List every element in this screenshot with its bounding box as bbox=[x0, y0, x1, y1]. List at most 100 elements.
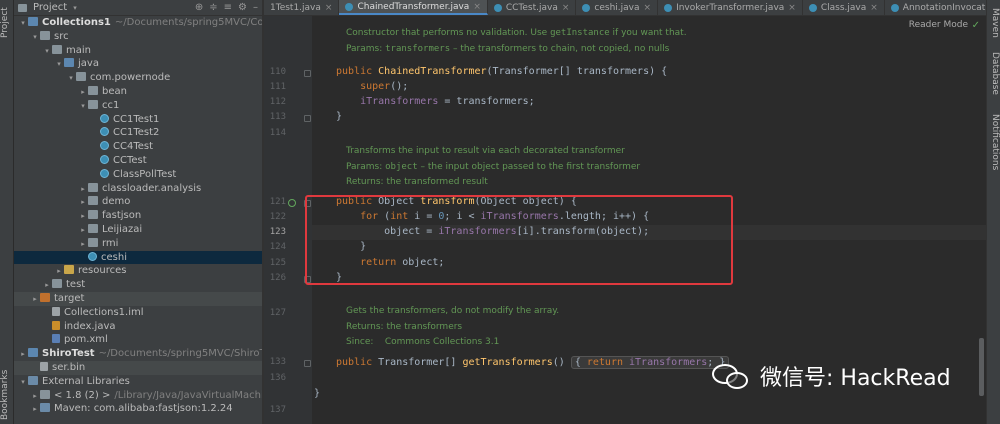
tree-item[interactable]: ▾ External Libraries bbox=[14, 375, 262, 389]
project-tool-tab[interactable]: Project bbox=[0, 6, 14, 40]
cls-icon bbox=[100, 168, 109, 178]
tree-item[interactable]: Collections1.iml bbox=[14, 306, 262, 320]
close-icon[interactable]: × bbox=[644, 3, 652, 13]
project-panel-title[interactable]: Project bbox=[33, 2, 67, 13]
chevron-right-icon[interactable]: ▸ bbox=[30, 403, 40, 417]
hide-icon[interactable]: – bbox=[253, 2, 258, 13]
tree-item[interactable]: ▸ ShiroTest ~/Documents/spring5MVC/ShiroTe… bbox=[14, 347, 262, 361]
fold-marker-icon[interactable] bbox=[304, 360, 311, 367]
tree-item-label: ceshi bbox=[101, 251, 127, 263]
folder-icon bbox=[40, 389, 50, 399]
chevron-right-icon[interactable]: ▸ bbox=[54, 265, 64, 279]
chevron-right-icon[interactable]: ▸ bbox=[30, 390, 40, 404]
editor-scrollbar[interactable] bbox=[979, 338, 984, 396]
tree-item[interactable]: CC1Test1 bbox=[14, 113, 262, 127]
chevron-right-icon[interactable]: ▸ bbox=[78, 238, 88, 252]
tree-item[interactable]: CCTest bbox=[14, 154, 262, 168]
chevron-down-icon[interactable]: ▾ bbox=[42, 45, 52, 59]
close-icon[interactable]: × bbox=[870, 3, 878, 13]
gear-icon[interactable]: ⚙ bbox=[238, 2, 247, 13]
editor-tab[interactable]: CCTest.java × bbox=[488, 0, 577, 15]
close-icon[interactable]: × bbox=[788, 3, 796, 13]
notifications-tool-tab[interactable]: Notifications bbox=[988, 114, 1000, 178]
java-class-icon bbox=[808, 3, 817, 12]
code-line-133: public Transformer[] getTransformers() {… bbox=[336, 356, 730, 369]
tree-item[interactable]: ▸ demo bbox=[14, 195, 262, 209]
chevron-down-icon[interactable]: ▾ bbox=[18, 376, 28, 390]
chevron-right-icon[interactable]: ▸ bbox=[78, 196, 88, 210]
tree-item[interactable]: ClassPollTest bbox=[14, 168, 262, 182]
tree-item[interactable]: ▸ resources bbox=[14, 264, 262, 278]
close-icon[interactable]: × bbox=[325, 3, 333, 13]
folder-icon bbox=[88, 99, 98, 109]
tree-item[interactable]: ▸ test bbox=[14, 278, 262, 292]
line-number: 110 bbox=[269, 67, 286, 77]
tree-item-label: Leijiazai bbox=[102, 223, 143, 235]
chevron-right-icon[interactable]: ▸ bbox=[78, 210, 88, 224]
editor-tab[interactable]: Class.java × bbox=[803, 0, 885, 15]
tree-item[interactable]: ▾ java bbox=[14, 57, 262, 71]
tree-item[interactable]: ▾ main bbox=[14, 44, 262, 58]
tree-item[interactable]: index.java bbox=[14, 320, 262, 334]
reader-mode-toggle[interactable]: Reader Mode bbox=[909, 20, 968, 30]
tree-item[interactable]: CC4Test bbox=[14, 140, 262, 154]
editor-tab[interactable]: ceshi.java × bbox=[576, 0, 659, 15]
bookmarks-tool-tab[interactable]: Bookmarks bbox=[0, 370, 14, 420]
file-icon bbox=[40, 361, 48, 371]
chevron-down-icon[interactable]: ▾ bbox=[54, 58, 64, 72]
close-icon[interactable]: × bbox=[562, 3, 570, 13]
tree-item[interactable]: ▾ com.powernode bbox=[14, 71, 262, 85]
collapse-all-icon[interactable]: ≑ bbox=[209, 2, 217, 13]
chevron-right-icon[interactable]: ▸ bbox=[78, 86, 88, 100]
database-tool-tab[interactable]: Database bbox=[988, 52, 1000, 102]
java-class-icon bbox=[345, 2, 354, 11]
tree-item-label: CC1Test2 bbox=[113, 127, 160, 139]
tree-item[interactable]: ▸ fastjson bbox=[14, 209, 262, 223]
editor-tab-label: CCTest.java bbox=[505, 2, 558, 13]
chevron-right-icon[interactable]: ▸ bbox=[42, 279, 52, 293]
chevron-down-icon[interactable]: ▾ bbox=[66, 72, 76, 86]
tree-item[interactable]: ▸ rmi bbox=[14, 237, 262, 251]
fold-marker-icon[interactable] bbox=[304, 70, 311, 77]
javadoc-returns: Returns: the transformed result bbox=[346, 177, 488, 187]
tree-item[interactable]: pom.xml bbox=[14, 333, 262, 347]
tree-item[interactable]: ▸ Maven: com.alibaba:fastjson:1.2.24 bbox=[14, 402, 262, 416]
editor-tab[interactable]: InvokerTransformer.java × bbox=[658, 0, 803, 15]
tree-item-label: CC4Test bbox=[113, 141, 154, 153]
tree-item[interactable]: ▾ src bbox=[14, 30, 262, 44]
chevron-down-icon[interactable]: ▾ bbox=[18, 17, 28, 31]
override-marker-icon[interactable] bbox=[288, 199, 296, 207]
locate-icon[interactable]: ⊕ bbox=[195, 2, 203, 13]
close-icon[interactable]: × bbox=[473, 2, 481, 12]
tree-item[interactable]: ▸ classloader.analysis bbox=[14, 182, 262, 196]
cls-icon bbox=[88, 251, 97, 261]
tree-item[interactable]: ▾ Collections1~/Documents/spring5MVC/Coll… bbox=[14, 16, 262, 30]
chevron-down-icon[interactable]: ▾ bbox=[30, 31, 40, 45]
chevron-right-icon[interactable]: ▸ bbox=[78, 183, 88, 197]
tree-item[interactable]: ▸ < 1.8 (2) >/Library/Java/JavaVirtualMac… bbox=[14, 389, 262, 403]
editor-tab[interactable]: AnnotationInvocationHandler.java× bbox=[885, 0, 986, 15]
chevron-down-icon[interactable]: ▾ bbox=[78, 100, 88, 114]
maven-tool-tab[interactable]: Maven bbox=[988, 8, 1000, 42]
tree-item[interactable]: ceshi bbox=[14, 250, 262, 265]
sort-icon[interactable]: ≡ bbox=[224, 2, 232, 13]
tree-item[interactable]: ▸ bean bbox=[14, 85, 262, 99]
chevron-right-icon[interactable]: ▸ bbox=[18, 348, 28, 362]
chevron-down-icon[interactable]: ▾ bbox=[73, 4, 77, 12]
fold-marker-icon[interactable] bbox=[304, 115, 311, 122]
inspection-ok-icon[interactable]: ✓ bbox=[972, 20, 980, 31]
lib-icon bbox=[40, 403, 50, 413]
tree-item[interactable]: CC1Test2 bbox=[14, 126, 262, 140]
editor-tab[interactable]: 1Test1.java × bbox=[264, 0, 340, 15]
tree-item[interactable]: ▾ cc1 bbox=[14, 99, 262, 113]
chevron-right-icon[interactable]: ▸ bbox=[78, 224, 88, 238]
chevron-right-icon[interactable]: ▸ bbox=[30, 293, 40, 307]
tree-item[interactable]: ser.bin bbox=[14, 360, 262, 375]
watermark-text: 微信号: HackRead bbox=[760, 366, 951, 391]
tree-item[interactable]: ▸ Leijiazai bbox=[14, 223, 262, 237]
project-view-icon[interactable] bbox=[18, 3, 27, 12]
tree-item[interactable]: ▸ target bbox=[14, 291, 262, 307]
java-class-icon bbox=[582, 3, 591, 12]
editor-tab[interactable]: ChainedTransformer.java × bbox=[339, 0, 488, 15]
wechat-watermark: 微信号: HackRead bbox=[712, 360, 951, 392]
